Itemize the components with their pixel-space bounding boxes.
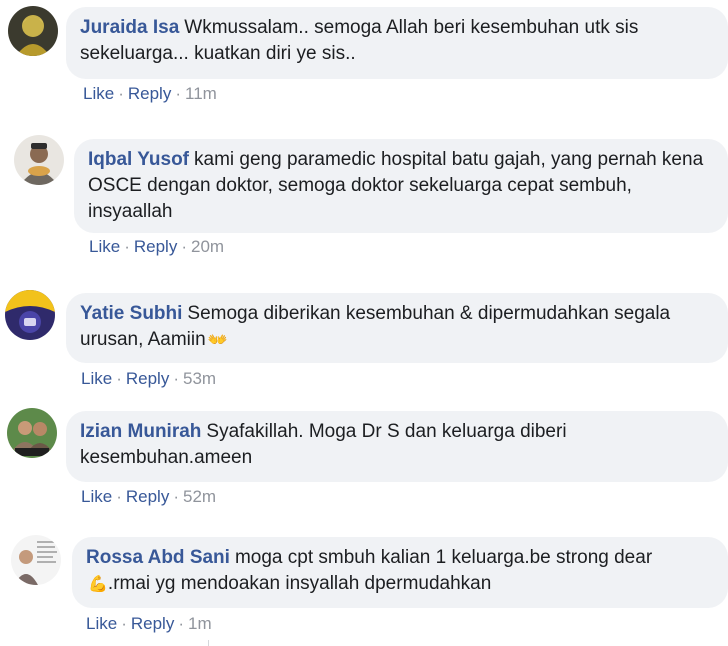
comment-feed: Juraida Isa Wkmussalam.. semoga Allah ber…: [0, 0, 728, 646]
comment-author[interactable]: Iqbal Yusof: [88, 149, 189, 170]
reply-link[interactable]: Reply: [126, 369, 169, 388]
avatar[interactable]: [8, 6, 58, 56]
avatar[interactable]: [11, 535, 61, 585]
comment-bubble: Rossa Abd Sani moga cpt smbuh kalian 1 ke…: [72, 537, 728, 608]
comment-timestamp[interactable]: 11m: [185, 84, 217, 103]
like-link[interactable]: Like: [89, 237, 120, 256]
separator-dot: ·: [116, 369, 122, 388]
open-hands-emoji: 👐: [207, 332, 228, 349]
comment-bubble: Izian Munirah Syafakillah. Moga Dr S dan …: [66, 411, 728, 482]
comment-actions: Like · Reply · 52m: [81, 487, 216, 507]
reply-link[interactable]: Reply: [134, 237, 177, 256]
profile-photo-icon: [14, 135, 64, 185]
avatar[interactable]: [5, 290, 55, 340]
comment-timestamp[interactable]: 52m: [183, 487, 216, 506]
comment-author[interactable]: Izian Munirah: [80, 421, 201, 442]
comment-timestamp[interactable]: 20m: [191, 237, 224, 256]
profile-photo-icon: [11, 535, 61, 585]
avatar[interactable]: [7, 408, 57, 458]
like-link[interactable]: Like: [83, 84, 114, 103]
comment-actions: Like · Reply · 1m: [86, 614, 212, 634]
comment-text-continued: .rmai yg mendoakan insyallah dpermudahka…: [107, 573, 492, 594]
separator-dot: ·: [178, 614, 184, 633]
divider: [208, 640, 209, 646]
profile-photo-icon: [7, 408, 57, 458]
like-link[interactable]: Like: [86, 614, 117, 633]
separator-dot: ·: [121, 614, 127, 633]
comment-timestamp[interactable]: 53m: [183, 369, 216, 388]
comment-text: moga cpt smbuh kalian 1 keluarga.be stro…: [234, 547, 653, 568]
comment-actions: Like · Reply · 53m: [81, 369, 216, 389]
reply-link[interactable]: Reply: [131, 614, 174, 633]
comment-bubble: Iqbal Yusof kami geng paramedic hospital …: [74, 139, 728, 233]
profile-photo-icon: [8, 6, 58, 56]
separator-dot: ·: [173, 369, 179, 388]
separator-dot: ·: [173, 487, 179, 506]
comment-actions: Like · Reply · 20m: [89, 237, 224, 257]
comment-author[interactable]: Rossa Abd Sani: [86, 547, 230, 568]
comment-actions: Like · Reply · 11m: [83, 84, 217, 104]
comment-author[interactable]: Yatie Subhi: [80, 303, 182, 324]
flexed-biceps-emoji: 💪: [88, 576, 108, 593]
reply-link[interactable]: Reply: [126, 487, 169, 506]
comment-bubble: Juraida Isa Wkmussalam.. semoga Allah ber…: [66, 7, 728, 79]
separator-dot: ·: [181, 237, 187, 256]
like-link[interactable]: Like: [81, 369, 112, 388]
avatar[interactable]: [14, 135, 64, 185]
separator-dot: ·: [175, 84, 181, 103]
comment-author[interactable]: Juraida Isa: [80, 17, 179, 38]
like-link[interactable]: Like: [81, 487, 112, 506]
comment-timestamp[interactable]: 1m: [188, 614, 212, 633]
comment-bubble: Yatie Subhi Semoga diberikan kesembuhan &…: [66, 293, 728, 363]
separator-dot: ·: [118, 84, 124, 103]
separator-dot: ·: [124, 237, 130, 256]
separator-dot: ·: [116, 487, 122, 506]
profile-photo-icon: [5, 290, 55, 340]
reply-link[interactable]: Reply: [128, 84, 171, 103]
